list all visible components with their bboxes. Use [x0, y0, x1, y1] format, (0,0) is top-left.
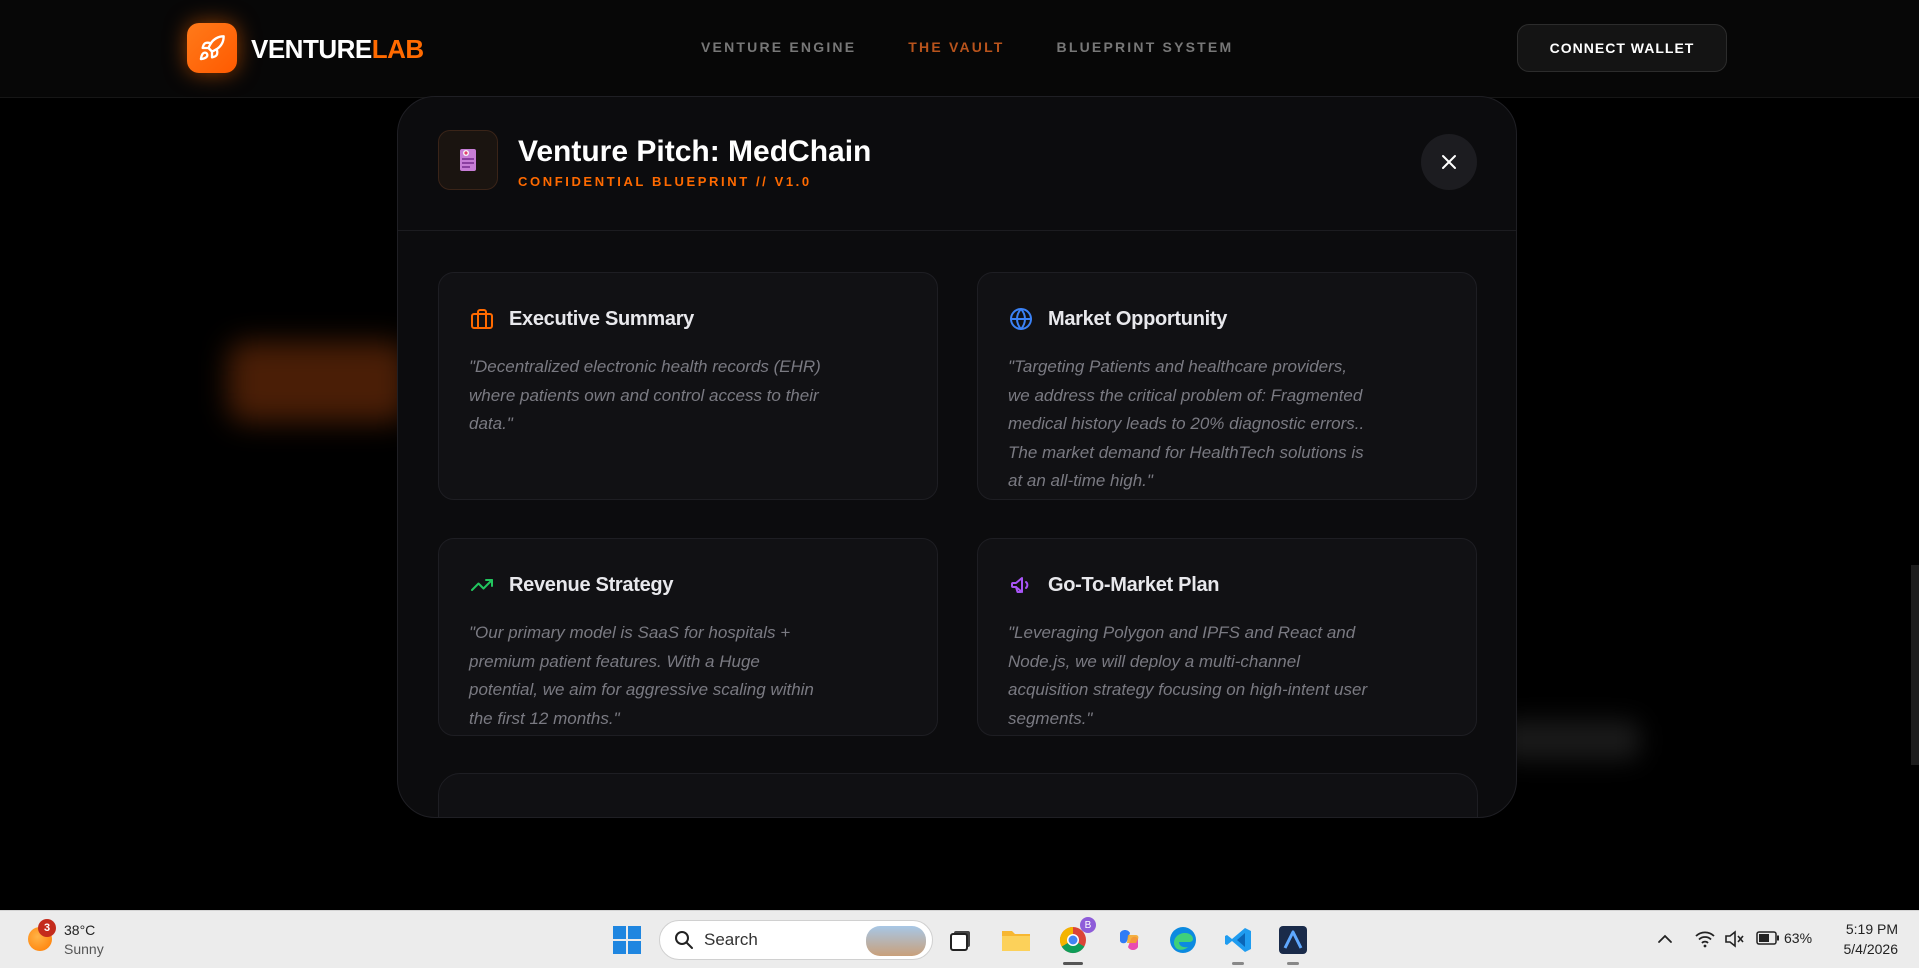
arc-app-icon[interactable]: [1276, 923, 1310, 965]
card-go-to-market: Go-To-Market Plan "Leveraging Polygon an…: [977, 538, 1477, 736]
weather-notification-badge: 3: [38, 919, 56, 937]
nav-link-blueprint-system[interactable]: BLUEPRINT SYSTEM: [1057, 39, 1234, 55]
nav-links: VENTURE ENGINE THE VAULT BLUEPRINT SYSTE…: [701, 39, 1285, 55]
volume-muted-icon[interactable]: [1723, 928, 1745, 950]
vscode-icon[interactable]: [1221, 923, 1255, 965]
windows-logo-icon: [613, 926, 641, 954]
card-market-opportunity: Market Opportunity "Targeting Patients a…: [977, 272, 1477, 500]
card-body: "Leveraging Polygon and IPFS and React a…: [1008, 623, 1368, 728]
connect-wallet-button[interactable]: CONNECT WALLET: [1517, 24, 1727, 72]
search-highlight-image: [866, 926, 926, 956]
running-app-indicator: [1287, 962, 1299, 965]
background-blurred-button: [228, 342, 408, 422]
weather-temperature[interactable]: 38°C: [64, 922, 95, 938]
top-navbar: VENTURELAB VENTURE ENGINE THE VAULT BLUE…: [0, 0, 1919, 98]
file-explorer-icon[interactable]: [999, 923, 1033, 957]
nav-link-venture-engine[interactable]: VENTURE ENGINE: [701, 39, 856, 55]
running-app-indicator: [1232, 962, 1244, 965]
chrome-profile-badge: B: [1080, 917, 1096, 933]
page-scrollbar[interactable]: [1911, 565, 1919, 765]
active-app-indicator: [1063, 962, 1083, 965]
taskbar-search[interactable]: Search: [659, 920, 933, 960]
taskbar: 3 38°C Sunny Search B 63% 5:19 PM 5/4/20…: [0, 910, 1919, 968]
card-title: Revenue Strategy: [509, 573, 674, 596]
battery-percentage[interactable]: 63%: [1784, 930, 1812, 946]
copilot-icon[interactable]: [1112, 923, 1146, 957]
logo-rocket-icon[interactable]: [187, 23, 237, 73]
clock-date[interactable]: 5/4/2026: [1820, 941, 1899, 957]
card-body: "Targeting Patients and healthcare provi…: [1008, 357, 1365, 490]
card-title: Market Opportunity: [1048, 307, 1228, 330]
battery-icon[interactable]: [1756, 931, 1780, 945]
search-label: Search: [704, 930, 758, 949]
wifi-icon[interactable]: [1694, 928, 1716, 950]
card-executive-summary: Executive Summary "Decentralized electro…: [438, 272, 938, 500]
nav-link-the-vault[interactable]: THE VAULT: [908, 39, 1004, 55]
modal-subtitle: CONFIDENTIAL BLUEPRINT // V1.0: [518, 174, 812, 189]
logo-main: VENTURE: [251, 34, 372, 64]
card-body: "Our primary model is SaaS for hospitals…: [469, 623, 814, 728]
logo-wordmark[interactable]: VENTURELAB: [251, 34, 424, 65]
task-view-icon[interactable]: [944, 923, 978, 957]
close-modal-button[interactable]: [1421, 134, 1477, 190]
close-icon: [1442, 155, 1456, 169]
globe-icon: [1008, 306, 1034, 332]
background-blurred-element: [1500, 720, 1640, 760]
card-revenue-strategy: Revenue Strategy "Our primary model is S…: [438, 538, 938, 736]
pitch-modal: Venture Pitch: MedChain CONFIDENTIAL BLU…: [397, 96, 1517, 818]
logo-accent: LAB: [371, 34, 424, 64]
modal-header: Venture Pitch: MedChain CONFIDENTIAL BLU…: [398, 97, 1516, 231]
card-body: "Decentralized electronic health records…: [469, 357, 821, 433]
megaphone-icon: [1008, 572, 1034, 598]
page: VENTURELAB VENTURE ENGINE THE VAULT BLUE…: [0, 0, 1919, 968]
weather-condition[interactable]: Sunny: [64, 941, 104, 957]
chrome-icon[interactable]: B: [1056, 917, 1096, 965]
edge-icon[interactable]: [1166, 923, 1200, 957]
show-hidden-icons-chevron-icon[interactable]: [1655, 929, 1675, 949]
card-title: Executive Summary: [509, 307, 694, 330]
search-icon: [675, 931, 693, 949]
briefcase-icon: [469, 306, 495, 332]
card-partial-next-section: [438, 773, 1478, 817]
trending-up-icon: [469, 572, 495, 598]
start-button[interactable]: [611, 924, 643, 956]
medical-document-icon: [438, 130, 498, 190]
modal-title: Venture Pitch: MedChain: [518, 135, 872, 168]
card-title: Go-To-Market Plan: [1048, 573, 1220, 596]
clock-time[interactable]: 5:19 PM: [1820, 921, 1898, 937]
